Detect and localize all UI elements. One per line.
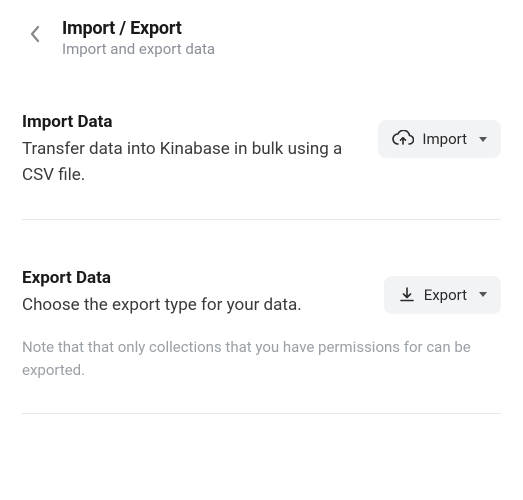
download-icon — [398, 286, 416, 304]
cloud-upload-icon — [392, 130, 414, 148]
export-button[interactable]: Export — [384, 276, 501, 314]
export-section: Export Data Choose the export type for y… — [0, 268, 523, 383]
page-header: Import / Export Import and export data — [0, 0, 523, 64]
export-content: Export Data Choose the export type for y… — [22, 268, 366, 318]
import-title: Import Data — [22, 112, 360, 132]
chevron-down-icon — [479, 137, 487, 142]
import-content: Import Data Transfer data into Kinabase … — [22, 112, 360, 189]
export-description: Choose the export type for your data. — [22, 292, 366, 318]
export-row: Export Data Choose the export type for y… — [22, 268, 501, 318]
page-title: Import / Export — [62, 18, 215, 39]
export-button-label: Export — [424, 286, 467, 304]
divider — [22, 219, 501, 220]
import-row: Import Data Transfer data into Kinabase … — [22, 112, 501, 189]
export-note: Note that that only collections that you… — [22, 336, 501, 383]
chevron-left-icon — [29, 25, 41, 43]
chevron-down-icon — [479, 292, 487, 297]
import-button-label: Import — [422, 130, 467, 148]
import-section: Import Data Transfer data into Kinabase … — [0, 112, 523, 189]
header-text: Import / Export Import and export data — [62, 18, 215, 58]
import-button[interactable]: Import — [378, 120, 501, 158]
import-description: Transfer data into Kinabase in bulk usin… — [22, 136, 360, 189]
export-title: Export Data — [22, 268, 366, 288]
page-subtitle: Import and export data — [62, 40, 215, 58]
back-button[interactable] — [22, 21, 48, 47]
divider — [22, 413, 501, 414]
